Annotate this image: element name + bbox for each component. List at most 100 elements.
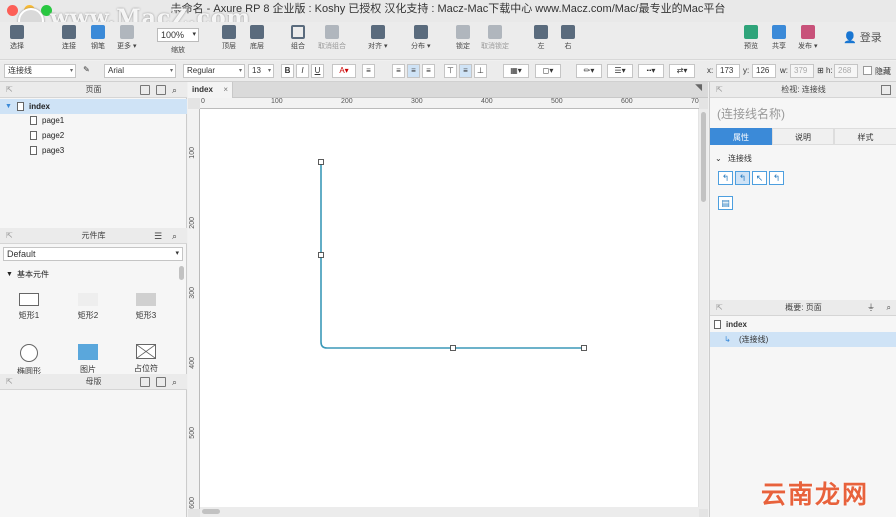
widget-section-header[interactable]: ▼ 基本元件 <box>0 267 187 282</box>
connect-button[interactable]: 连接 <box>62 25 76 51</box>
group-button[interactable]: 组合 <box>291 25 305 51</box>
page-tree-item-page3[interactable]: page3 <box>0 143 187 158</box>
widget-placeholder[interactable]: 占位符 <box>126 344 166 374</box>
connector-mid-handle-vertical[interactable] <box>318 252 324 258</box>
search-icon[interactable]: ⌕ <box>172 82 177 98</box>
pin-icon[interactable]: ⇱ <box>716 300 723 316</box>
connector-end-handle[interactable] <box>581 345 587 351</box>
font-weight-select[interactable]: Regular ▾ <box>183 64 245 78</box>
x-field[interactable]: 173 <box>716 64 740 78</box>
outline-page-item[interactable]: index <box>710 317 896 332</box>
scroll-thumb[interactable] <box>701 112 706 202</box>
close-icon[interactable]: × <box>223 82 228 98</box>
add-folder-icon[interactable] <box>156 377 166 387</box>
valign-middle-icon[interactable]: ≡ <box>459 64 472 78</box>
tab-properties[interactable]: 属性 <box>710 128 772 145</box>
connector-style-button[interactable]: ▤ <box>718 196 733 210</box>
valign-top-icon[interactable]: ⊤ <box>444 64 457 78</box>
filter-icon[interactable]: ⏚ <box>867 300 875 316</box>
y-field[interactable]: 126 <box>752 64 776 78</box>
pin-icon[interactable]: ⇱ <box>6 374 13 390</box>
page-tree-item-index[interactable]: ▼ index <box>0 99 187 114</box>
search-icon[interactable]: ⌕ <box>887 300 891 316</box>
font-color-button[interactable]: A▾ <box>332 64 356 78</box>
select-button[interactable]: 选择 <box>10 25 24 51</box>
add-page-icon[interactable] <box>140 85 150 95</box>
font-select[interactable]: Arial ▾ <box>104 64 176 78</box>
lock-ratio-icon[interactable]: ⊞ <box>817 66 824 75</box>
line-width-button[interactable]: ☰▾ <box>607 64 633 78</box>
library-scrollbar[interactable] <box>179 266 184 280</box>
menu-icon[interactable]: ☰ <box>154 228 162 244</box>
font-size-select[interactable]: 13 ▾ <box>248 64 274 78</box>
pin-icon[interactable]: ⇱ <box>716 82 723 98</box>
widget-ellipse[interactable]: 椭圆形 <box>9 344 49 377</box>
tab-notes[interactable]: 说明 <box>772 128 834 145</box>
italic-button[interactable]: I <box>296 64 309 78</box>
bullet-list-icon[interactable]: ≡ <box>362 64 375 78</box>
connector-section-header[interactable]: ⌄ 连接线 <box>715 153 752 164</box>
tab-overflow-icon[interactable]: ◥ <box>695 82 702 93</box>
tab-style[interactable]: 样式 <box>834 128 896 145</box>
bring-to-top-button[interactable]: 顶层 <box>222 25 236 51</box>
align-center-icon[interactable]: ≡ <box>407 64 420 78</box>
collapse-icon[interactable]: ⌄ <box>715 154 722 163</box>
more-button[interactable]: 更多 ▾ <box>117 25 136 51</box>
connector-elbow-button[interactable]: ↰ <box>735 171 750 185</box>
hide-checkbox[interactable] <box>863 66 872 75</box>
page-tree-item-page2[interactable]: page2 <box>0 128 187 143</box>
fill-color-button[interactable]: ▦▾ <box>503 64 529 78</box>
expand-icon[interactable] <box>881 85 891 95</box>
width-field[interactable]: 379 <box>790 64 814 78</box>
unlock-button[interactable]: 取消锁定 <box>481 25 509 51</box>
publish-button[interactable]: 发布 ▾ <box>798 25 817 51</box>
distribute-button[interactable]: 分布 ▾ <box>411 25 430 51</box>
add-master-icon[interactable] <box>140 377 150 387</box>
send-to-bottom-button[interactable]: 底层 <box>250 25 264 51</box>
zoom-select[interactable]: 100% ▾ <box>157 28 199 42</box>
canvas-horizontal-scrollbar[interactable] <box>200 507 699 517</box>
align-button[interactable]: 对齐 ▾ <box>368 25 387 51</box>
collapse-icon[interactable]: ▼ <box>6 267 13 282</box>
pin-icon[interactable]: ⇱ <box>6 82 13 98</box>
share-button[interactable]: 共享 <box>772 25 786 51</box>
shadow-button[interactable]: ◻▾ <box>535 64 561 78</box>
tab-index[interactable]: index × <box>188 82 233 98</box>
connector-curve-button[interactable]: ↖ <box>752 171 767 185</box>
close-window-button[interactable] <box>7 5 18 16</box>
valign-bottom-icon[interactable]: ⊥ <box>474 64 487 78</box>
preview-button[interactable]: 预览 <box>744 25 758 51</box>
right-button[interactable]: 右 <box>561 25 575 51</box>
line-style-button[interactable]: ┅▾ <box>638 64 664 78</box>
pen-button[interactable]: 钢笔 <box>91 25 105 51</box>
pin-icon[interactable]: ⇱ <box>6 228 13 244</box>
connector-arrow-button[interactable]: ↰ <box>769 171 784 185</box>
widget-image[interactable]: 图片 <box>68 344 108 375</box>
search-icon[interactable]: ⌕ <box>172 228 177 244</box>
widget-rect3[interactable]: 矩形3 <box>126 293 166 321</box>
collapse-icon[interactable]: ▼ <box>5 99 12 114</box>
arrow-style-button[interactable]: ⇄▾ <box>669 64 695 78</box>
add-folder-icon[interactable] <box>156 85 166 95</box>
widget-name-field[interactable]: (连接线名称) <box>717 105 785 122</box>
height-field[interactable]: 268 <box>834 64 858 78</box>
library-select[interactable]: Default ▾ <box>3 247 183 261</box>
underline-button[interactable]: U <box>311 64 324 78</box>
scroll-thumb[interactable] <box>202 509 220 514</box>
lock-button[interactable]: 锁定 <box>456 25 470 51</box>
connector-mid-handle-horizontal[interactable] <box>450 345 456 351</box>
bold-button[interactable]: B <box>281 64 294 78</box>
login-button[interactable]: 👤 登录 <box>843 29 882 45</box>
line-color-button[interactable]: ✏▾ <box>576 64 602 78</box>
connector-straight-button[interactable]: ↰ <box>718 171 733 185</box>
align-right-icon[interactable]: ≡ <box>422 64 435 78</box>
align-left-icon[interactable]: ≡ <box>392 64 405 78</box>
connector-line[interactable] <box>320 162 584 349</box>
widget-rect2[interactable]: 矩形2 <box>68 293 108 321</box>
widget-rect1[interactable]: 矩形1 <box>9 293 49 321</box>
ungroup-button[interactable]: 取消组合 <box>318 25 346 51</box>
style-select[interactable]: 连接线 ▾ <box>4 64 76 78</box>
outline-connector-item[interactable]: ↳ (连接线) <box>710 332 896 347</box>
page-tree-item-page1[interactable]: page1 <box>0 113 187 128</box>
canvas-vertical-scrollbar[interactable] <box>699 109 708 509</box>
